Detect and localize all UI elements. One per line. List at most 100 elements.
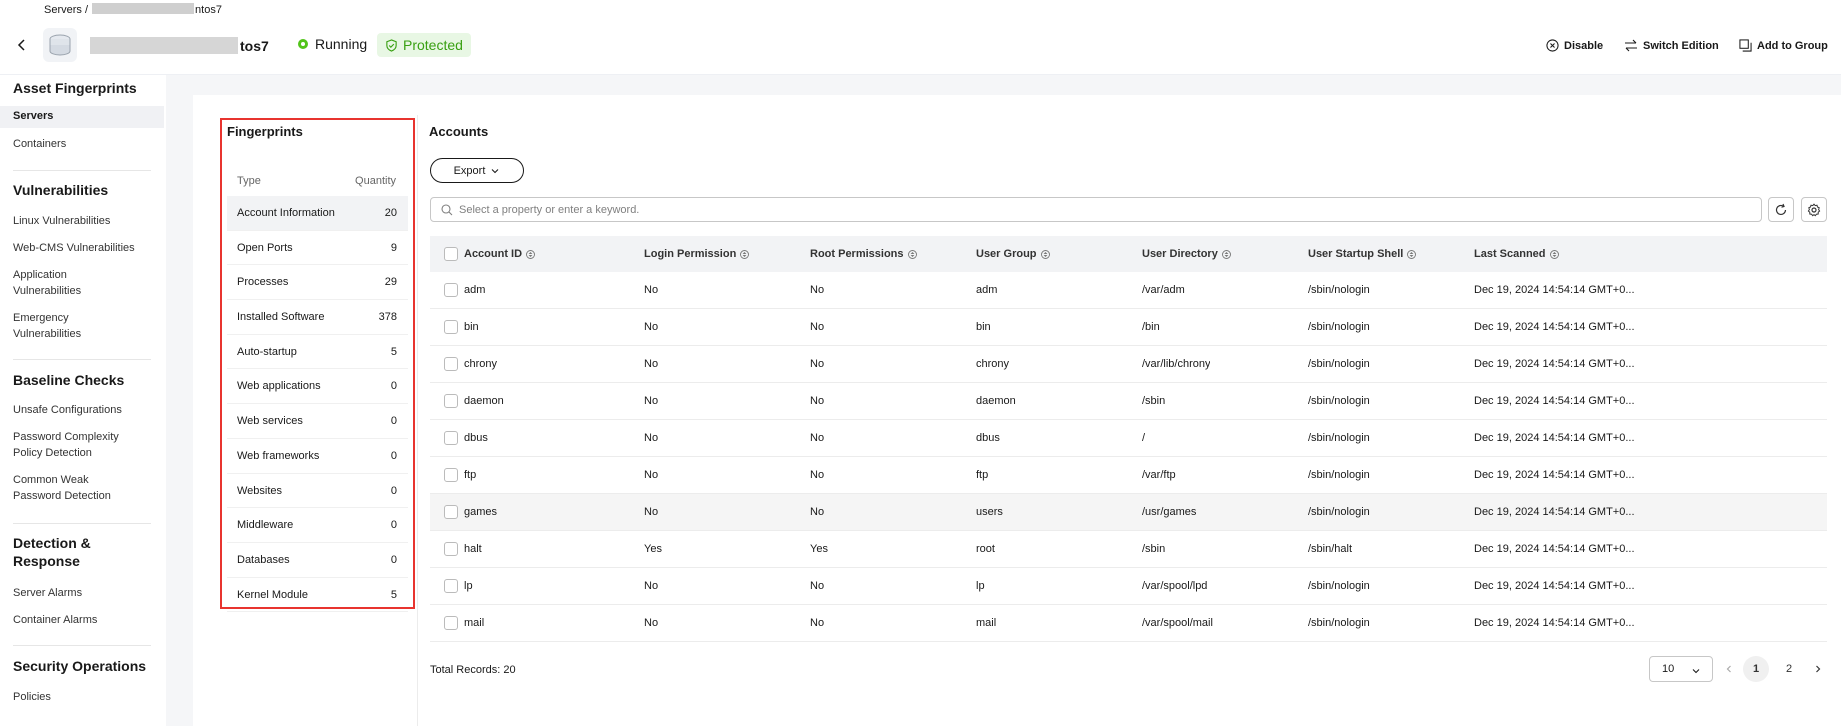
export-button[interactable]: Export	[430, 158, 524, 183]
search-input[interactable]	[459, 203, 1749, 216]
fingerprint-quantity: 0	[390, 449, 397, 462]
breadcrumb-separator: /	[84, 4, 89, 16]
next-page-button[interactable]	[1805, 656, 1831, 682]
column-header-label: Root Permissions	[810, 248, 904, 260]
fingerprint-row[interactable]: Auto-startup 5	[227, 335, 408, 370]
refresh-button[interactable]	[1768, 197, 1794, 222]
nav-item-application-vulnerabilities[interactable]: Application Vulnerabilities	[13, 267, 81, 299]
cell-user-group: ftp	[976, 469, 989, 481]
table-row[interactable]: daemon No No daemon/sbin/sbin/nologin Dec 19…	[430, 383, 1827, 420]
row-checkbox[interactable]	[444, 468, 458, 482]
nav-item-server-alarms[interactable]: Server Alarms	[13, 585, 82, 601]
row-checkbox[interactable]	[444, 283, 458, 297]
sort-button[interactable]	[1221, 249, 1231, 260]
cell-last-scanned: Dec 19, 2024 14:54:14 GMT+0...	[1474, 284, 1635, 296]
column-header-user-startup-shell[interactable]: User Startup Shell	[1308, 236, 1417, 272]
fingerprint-row[interactable]: Databases 0	[227, 543, 408, 578]
sort-button[interactable]	[740, 249, 750, 260]
add-to-group-button[interactable]: Add to Group	[1739, 39, 1828, 52]
fingerprint-row[interactable]: Websites 0	[227, 474, 408, 509]
cell-user-group: lp	[976, 580, 985, 592]
cell-login-permission: No	[644, 358, 659, 370]
switch-edition-button[interactable]: Switch Edition	[1624, 39, 1719, 52]
fingerprint-quantity: 9	[390, 241, 397, 254]
fingerprints-title: Fingerprints	[227, 124, 303, 139]
cell-last-scanned: Dec 19, 2024 14:54:14 GMT+0...	[1474, 395, 1635, 407]
column-header-label: User Directory	[1142, 248, 1218, 260]
page-1-button[interactable]: 1	[1743, 656, 1769, 682]
fingerprint-row[interactable]: Account Information 20	[227, 196, 408, 231]
cell-last-scanned: Dec 19, 2024 14:54:14 GMT+0...	[1474, 580, 1635, 592]
sort-button[interactable]	[907, 249, 917, 260]
table-row[interactable]: adm No No adm/var/adm/sbin/nologin Dec 19, 2…	[430, 272, 1827, 309]
page-size-select[interactable]: 10	[1649, 656, 1713, 682]
column-header-user-directory[interactable]: User Directory	[1142, 236, 1231, 272]
column-header-login-permission[interactable]: Login Permission	[644, 236, 750, 272]
column-header-label: Login Permission	[644, 248, 737, 260]
fingerprint-row[interactable]: Processes 29	[227, 265, 408, 301]
nav-item-password-complexity[interactable]: Password Complexity Policy Detection	[13, 429, 119, 461]
nav-item-webcms-vulnerabilities[interactable]: Web-CMS Vulnerabilities	[13, 240, 135, 256]
sort-button[interactable]	[526, 249, 536, 260]
sort-button[interactable]	[1040, 249, 1050, 260]
table-row[interactable]: chrony No No chrony/var/lib/chrony/sbin/nol…	[430, 346, 1827, 383]
cell-user-group: users	[976, 506, 1003, 518]
nav-item-policies[interactable]: Policies	[13, 689, 51, 705]
nav-item-linux-vulnerabilities[interactable]: Linux Vulnerabilities	[13, 213, 110, 229]
settings-button[interactable]	[1801, 197, 1827, 222]
cell-account-id: adm	[464, 284, 486, 296]
fingerprint-quantity: 0	[390, 484, 397, 497]
column-header-user-group[interactable]: User Group	[976, 236, 1050, 272]
row-checkbox[interactable]	[444, 431, 458, 445]
row-checkbox[interactable]	[444, 357, 458, 371]
cell-user-group: daemon	[976, 395, 1016, 407]
select-all-checkbox[interactable]	[444, 247, 458, 261]
row-checkbox[interactable]	[444, 394, 458, 408]
row-checkbox[interactable]	[444, 320, 458, 334]
fingerprint-row[interactable]: Web applications 0	[227, 369, 408, 405]
prev-page-button[interactable]	[1716, 656, 1742, 682]
row-checkbox[interactable]	[444, 616, 458, 630]
fingerprint-row[interactable]: Open Ports 9	[227, 231, 408, 266]
fingerprint-type: Account Information	[237, 207, 335, 219]
fingerprint-row[interactable]: Web frameworks 0	[227, 439, 408, 474]
breadcrumb-servers-link[interactable]: Servers	[44, 4, 82, 16]
table-row[interactable]: bin No No bin/bin/sbin/nologin Dec 19, 2024 …	[430, 309, 1827, 346]
column-header-account-id[interactable]: Account ID	[464, 236, 536, 272]
column-header-root-permissions[interactable]: Root Permissions	[810, 236, 917, 272]
cell-user-startup-shell: /sbin/nologin	[1308, 580, 1370, 592]
page-2-button[interactable]: 2	[1776, 656, 1802, 682]
nav-item-containers[interactable]: Containers	[13, 136, 66, 152]
switch-edition-label: Switch Edition	[1643, 39, 1719, 52]
table-row[interactable]: halt Yes Yes root/sbin/sbin/halt Dec 19, 202…	[430, 531, 1827, 568]
fingerprint-type: Middleware	[237, 519, 294, 532]
row-checkbox[interactable]	[444, 542, 458, 556]
status-protected-label: Protected	[403, 37, 463, 53]
sort-button[interactable]	[1407, 249, 1417, 260]
row-checkbox[interactable]	[444, 505, 458, 519]
fingerprint-type: Websites	[237, 484, 283, 497]
nav-item-unsafe-configurations[interactable]: Unsafe Configurations	[13, 402, 122, 418]
fingerprint-row[interactable]: Kernel Module 5	[227, 578, 408, 613]
column-header-last-scanned[interactable]: Last Scanned	[1474, 236, 1559, 272]
fingerprint-row[interactable]: Web services 0	[227, 404, 408, 439]
fingerprint-row[interactable]: Installed Software 378	[227, 300, 408, 335]
table-row[interactable]: lp No No lp/var/spool/lpd/sbin/nologin Dec 1…	[430, 568, 1827, 605]
sort-button[interactable]	[1549, 249, 1559, 260]
fingerprint-type: Kernel Module	[237, 588, 308, 601]
nav-item-weak-password-detection[interactable]: Common Weak Password Detection	[13, 472, 111, 504]
table-row[interactable]: ftp No No ftp/var/ftp/sbin/nologin Dec 19, 2…	[430, 457, 1827, 494]
nav-item-container-alarms[interactable]: Container Alarms	[13, 612, 97, 628]
table-row[interactable]: dbus No No dbus / /sbin/nologin Dec 19, 2024 1…	[430, 420, 1827, 457]
table-row[interactable]: mail No No mail/var/spool/mail/sbin/nologin…	[430, 605, 1827, 642]
table-row[interactable]: games No No users/usr/games/sbin/nologin Dec…	[430, 494, 1827, 531]
nav-item-emergency-vulnerabilities[interactable]: Emergency Vulnerabilities	[13, 310, 81, 342]
back-button[interactable]	[14, 37, 30, 53]
fingerprint-row[interactable]: Middleware 0	[227, 508, 408, 543]
nav-item-servers[interactable]: Servers	[0, 106, 164, 128]
search-box[interactable]	[430, 197, 1762, 222]
disable-button[interactable]: Disable	[1546, 39, 1603, 52]
fingerprints-header: Type Quantity	[227, 175, 398, 195]
row-checkbox[interactable]	[444, 579, 458, 593]
cell-account-id: games	[464, 506, 498, 518]
